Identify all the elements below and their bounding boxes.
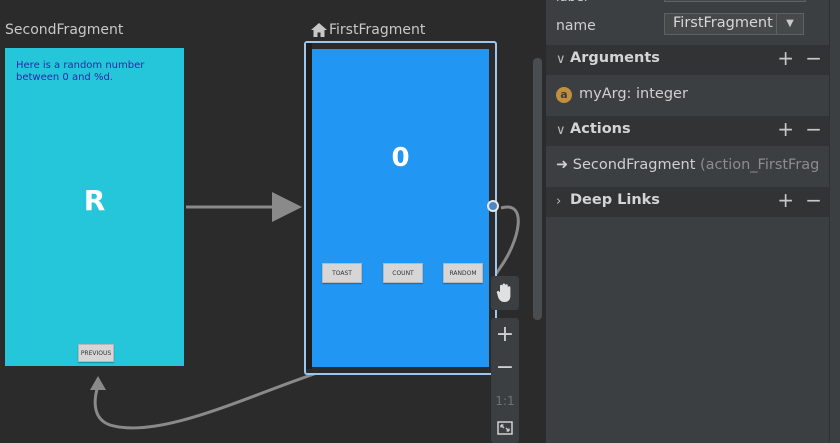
random-button[interactable]: RANDOM <box>443 263 483 283</box>
add-action-button[interactable]: + <box>777 117 794 141</box>
second-fragment-title: SecondFragment <box>5 22 124 38</box>
second-fragment-screen[interactable]: Here is a random number between 0 and %d… <box>5 48 184 366</box>
fit-screen-icon <box>497 421 513 435</box>
first-fragment-screen[interactable]: 0 TOAST COUNT RANDOM <box>312 49 489 367</box>
actions-title: Actions <box>570 121 631 137</box>
arguments-title: Arguments <box>570 50 660 66</box>
action-id-text: (action_FirstFrag <box>700 157 820 173</box>
name-label: name <box>556 18 596 34</box>
count-text: 0 <box>391 143 410 173</box>
pan-tool-button[interactable] <box>491 276 519 310</box>
zoom-in-button[interactable]: + <box>496 318 514 352</box>
name-row: name FirstFragment ▼ <box>546 0 840 44</box>
argument-badge-icon: a <box>556 87 572 103</box>
deep-links-title: Deep Links <box>570 192 660 208</box>
remove-deep-link-button[interactable]: − <box>805 188 822 212</box>
count-button[interactable]: COUNT <box>383 263 423 283</box>
name-dropdown-value: FirstFragment <box>673 15 773 31</box>
back-arrow-head <box>90 376 106 390</box>
zoom-controls: + − 1:1 <box>491 318 519 443</box>
argument-item[interactable]: myArg: integer <box>579 86 829 102</box>
action-item[interactable]: ➜ SecondFragment (action_FirstFrag <box>556 157 830 173</box>
chevron-down-icon: ∨ <box>556 52 566 67</box>
attributes-panel: label name FirstFragment ▼ ∨ Arguments +… <box>546 0 840 443</box>
chevron-down-icon: ▼ <box>776 14 803 34</box>
actions-section-header[interactable]: ∨ Actions + − <box>546 116 840 146</box>
toast-button[interactable]: TOAST <box>322 263 362 283</box>
chevron-down-icon: ∨ <box>556 123 566 138</box>
hand-icon <box>496 283 511 302</box>
fit-screen-button[interactable] <box>497 418 513 442</box>
actual-size-button[interactable]: 1:1 <box>495 384 514 418</box>
first-fragment-selection[interactable]: 0 TOAST COUNT RANDOM <box>304 41 497 375</box>
chevron-right-icon: › <box>556 194 562 209</box>
action-destination-text: SecondFragment <box>572 157 696 173</box>
canvas-vertical-scrollbar[interactable] <box>533 58 542 320</box>
add-deep-link-button[interactable]: + <box>777 188 794 212</box>
previous-button[interactable]: PREVIOUS <box>78 344 114 362</box>
first-fragment-title: FirstFragment <box>311 22 425 38</box>
arguments-section-header[interactable]: ∨ Arguments + − <box>546 45 840 75</box>
first-fragment-title-text: FirstFragment <box>329 22 426 38</box>
zoom-out-button[interactable]: − <box>496 352 514 384</box>
random-value-text: R <box>83 184 106 217</box>
remove-action-button[interactable]: − <box>805 117 822 141</box>
side-tool-window-strip[interactable] <box>829 0 840 443</box>
deep-links-section-header[interactable]: › Deep Links + − <box>546 187 840 217</box>
random-message-text: Here is a random number between 0 and %d… <box>16 60 145 83</box>
add-argument-button[interactable]: + <box>777 46 794 70</box>
name-dropdown[interactable]: FirstFragment ▼ <box>664 13 804 35</box>
action-connection-handle[interactable] <box>487 200 499 212</box>
arrow-right-icon: ➜ <box>556 157 569 173</box>
navigation-canvas[interactable]: SecondFragment Here is a random number b… <box>0 0 546 443</box>
home-icon <box>311 23 327 37</box>
remove-argument-button[interactable]: − <box>805 46 822 70</box>
argument-text: myArg: integer <box>579 86 688 102</box>
